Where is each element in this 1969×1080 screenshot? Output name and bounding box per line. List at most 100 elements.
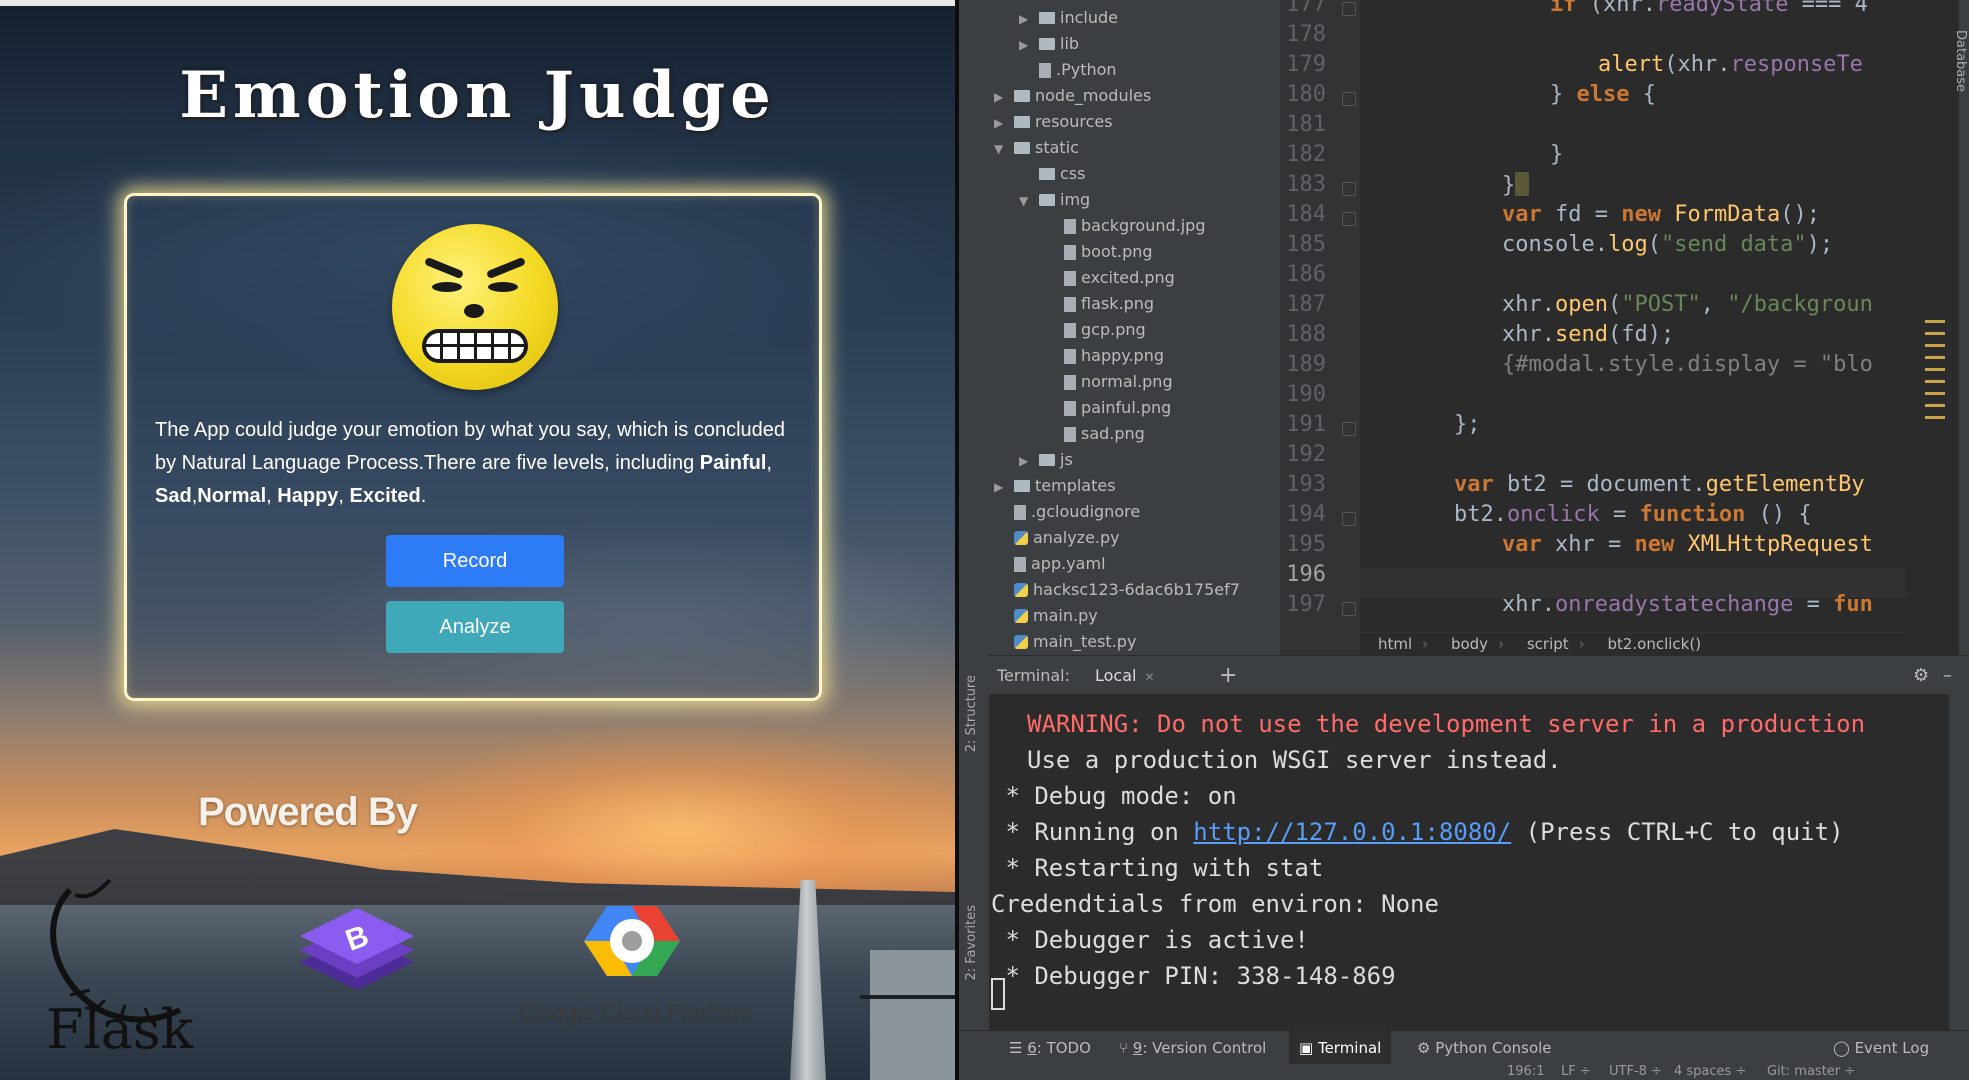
emotion-card: The App could judge your emotion by what… [124,193,822,701]
line-number: 179 [1286,52,1326,77]
line-separator[interactable]: LF ÷ [1561,1064,1591,1080]
fold-marker-icon[interactable] [1342,182,1356,196]
gear-icon[interactable]: ⚙ [1913,656,1929,695]
encoding[interactable]: UTF-8 ÷ [1609,1064,1662,1080]
expand-arrow-icon[interactable]: ▶ [994,110,1014,136]
code-line: console.log("send data"); [1502,232,1834,257]
line-number: 183 [1286,172,1326,197]
tree-item[interactable]: ▶ node_modules [994,83,1151,109]
tree-item[interactable]: analyze.py [994,525,1120,551]
expand-arrow-icon[interactable]: ▶ [994,84,1014,110]
gcp-logo-icon [584,906,680,976]
terminal-tab-local[interactable]: Local ✕ [1081,656,1169,697]
terminal-line: Credendtials from environ: None [991,890,1439,918]
background-pier-rail [860,995,955,999]
tree-item[interactable]: main.py [994,603,1098,629]
tree-item[interactable]: ▶ lib [1019,31,1079,57]
tree-item[interactable]: .gcloudignore [994,499,1140,525]
fold-marker-icon[interactable] [1342,2,1356,16]
breadcrumb-item[interactable]: html [1378,635,1412,653]
py-icon [1014,531,1028,545]
analyze-button[interactable]: Analyze [386,601,564,653]
tree-item[interactable]: ▼ static [994,135,1079,161]
tree-item[interactable]: ▶ templates [994,473,1116,499]
add-terminal-icon[interactable]: + [1219,656,1237,695]
fold-marker-icon[interactable] [1342,602,1356,616]
tree-item[interactable]: painful.png [1044,395,1171,421]
code-line: }; [1454,412,1481,437]
line-number: 186 [1286,262,1326,287]
tree-item[interactable]: boot.png [1044,239,1153,265]
minimize-icon[interactable]: – [1943,656,1952,695]
terminal-tool-tab[interactable]: ▣ Terminal [1289,1031,1392,1065]
terminal-output[interactable]: WARNING: Do not use the development serv… [989,694,1949,1030]
tree-item[interactable]: hacksc123-6dac6b175ef7 [994,577,1240,603]
tree-item-label: sad.png [1081,424,1145,443]
line-number: 181 [1286,112,1326,137]
tree-item[interactable]: normal.png [1044,369,1173,395]
version-control-tab[interactable]: ⑂ 9: Version Control [1109,1031,1276,1065]
database-tab[interactable]: Database [1944,30,1968,110]
code-line: bt2.onclick = function () { [1454,502,1812,527]
close-icon[interactable]: ✕ [1144,670,1154,684]
fold-marker-icon[interactable] [1342,92,1356,106]
code-editor[interactable]: if (xhr.readyState === 4 alert(xhr.respo… [1360,0,1905,632]
fold-marker-icon[interactable] [1342,212,1356,226]
expand-arrow-icon[interactable]: ▶ [1019,448,1039,474]
bootstrap-logo-icon: B [300,908,414,990]
file-icon [1064,271,1076,286]
file-icon [1064,323,1076,338]
record-button[interactable]: Record [386,535,564,587]
breadcrumb-item[interactable]: script [1527,635,1569,653]
git-branch[interactable]: Git: master ÷ [1767,1064,1855,1080]
line-number: 184 [1286,202,1326,227]
event-log-button[interactable]: ◯ Event Log [1823,1031,1939,1065]
todo-tab[interactable]: ☰ 6: TODO [999,1031,1101,1065]
tree-item[interactable]: sad.png [1044,421,1145,447]
py-icon [1014,609,1028,623]
tree-item[interactable]: ▼ img [1019,187,1090,213]
tree-item-label: js [1060,450,1073,469]
line-number: 190 [1286,382,1326,407]
favorites-tab[interactable]: 2: Favorites [964,905,979,981]
fold-marker-icon[interactable] [1342,422,1356,436]
tree-item-label: boot.png [1081,242,1153,261]
line-number: 188 [1286,322,1326,347]
tree-item[interactable]: ▶ include [1019,5,1118,31]
tree-item[interactable]: happy.png [1044,343,1164,369]
indent-setting[interactable]: 4 spaces ÷ [1674,1064,1746,1080]
tree-item[interactable]: excited.png [1044,265,1175,291]
terminal-scrollbar[interactable] [1949,694,1969,1030]
fold-marker-icon[interactable] [1342,512,1356,526]
tree-item[interactable]: main_test.py [994,629,1136,655]
expand-arrow-icon[interactable]: ▶ [994,474,1014,500]
file-icon [1064,349,1076,364]
tree-item[interactable]: css [1019,161,1085,187]
web-app-window: Emotion Judge The App could judge your e… [0,0,955,1080]
ide-window: ▶ include ▶ lib .Python ▶ node_modules ▶ resourc… [959,0,1969,1080]
tree-item[interactable]: .Python [1019,57,1117,83]
line-number: 178 [1286,22,1326,47]
expand-arrow-icon[interactable]: ▼ [994,136,1014,162]
line-number: 191 [1286,412,1326,437]
breadcrumb-item[interactable]: bt2.onclick() [1607,635,1701,653]
tree-item[interactable]: flask.png [1044,291,1154,317]
terminal-line: * Running on http://127.0.0.1:8080/ (Pre… [991,818,1844,846]
python-console-tab[interactable]: ⚙ Python Console [1407,1031,1562,1065]
tree-item[interactable]: app.yaml [994,551,1106,577]
tree-item[interactable]: ▶ js [1019,447,1073,473]
line-number: 197 [1286,592,1326,617]
tree-item[interactable]: ▶ resources [994,109,1113,135]
tree-item[interactable]: gcp.png [1044,317,1146,343]
flask-logo-text: Flask [46,998,194,1061]
breadcrumb-item[interactable]: body [1451,635,1488,653]
tree-item[interactable]: background.jpg [1044,213,1205,239]
terminal-header: Terminal: Local ✕ + ⚙ – [989,655,1969,695]
expand-arrow-icon[interactable]: ▶ [1019,32,1039,58]
tree-item-label: css [1060,164,1086,183]
structure-tab[interactable]: 2: Structure [964,675,979,752]
running-url-link[interactable]: http://127.0.0.1:8080/ [1193,818,1511,846]
expand-arrow-icon[interactable]: ▼ [1019,188,1039,214]
expand-arrow-icon[interactable]: ▶ [1019,6,1039,32]
cursor-position[interactable]: 196:1 [1507,1064,1544,1080]
